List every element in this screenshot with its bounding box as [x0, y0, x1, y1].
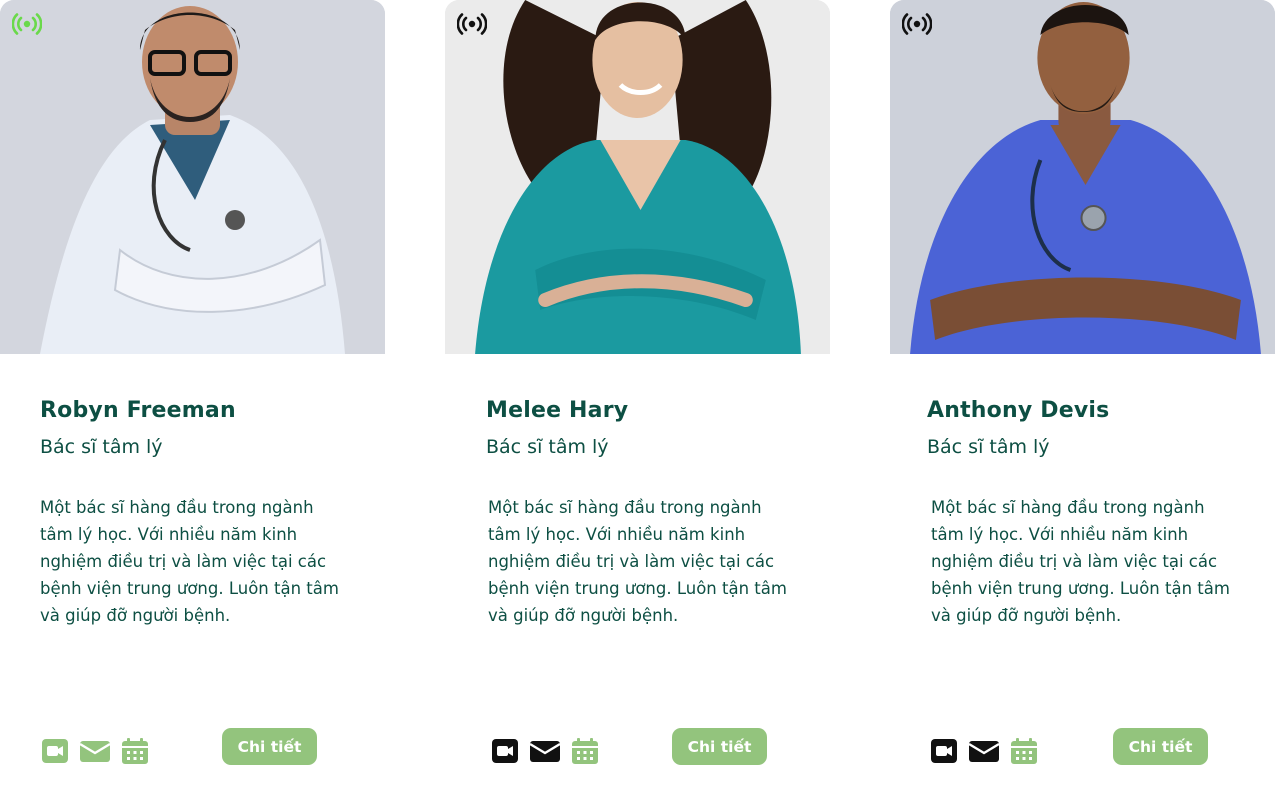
doctor-role: Bác sĩ tâm lý	[40, 436, 163, 458]
broadcast-icon[interactable]	[12, 10, 42, 38]
doctor-photo	[445, 0, 830, 354]
doctor-description: Một bác sĩ hàng đầu trong ngành tâm lý h…	[488, 498, 787, 625]
video-camera-icon[interactable]	[490, 737, 520, 765]
doctor-photo	[0, 0, 385, 354]
contact-actions	[40, 736, 150, 766]
doctor-description: Một bác sĩ hàng đầu trong ngành tâm lý h…	[931, 498, 1230, 625]
broadcast-icon[interactable]	[902, 10, 932, 38]
calendar-icon[interactable]	[1009, 737, 1039, 765]
doctor-description: Một bác sĩ hàng đầu trong ngành tâm lý h…	[40, 498, 339, 625]
doctor-card: Melee Hary Bác sĩ tâm lý Một bác sĩ hàng…	[445, 0, 830, 786]
doctor-photo	[890, 0, 1275, 354]
detail-button[interactable]: Chi tiết	[1113, 728, 1208, 765]
video-camera-icon[interactable]	[40, 737, 70, 765]
doctor-name: Robyn Freeman	[40, 398, 236, 423]
mail-icon[interactable]	[80, 737, 110, 765]
doctor-role: Bác sĩ tâm lý	[486, 436, 609, 458]
contact-actions	[490, 736, 600, 766]
broadcast-icon[interactable]	[457, 10, 487, 38]
doctor-name: Melee Hary	[486, 398, 629, 423]
doctor-role: Bác sĩ tâm lý	[927, 436, 1050, 458]
contact-actions	[929, 736, 1039, 766]
calendar-icon[interactable]	[120, 737, 150, 765]
detail-button[interactable]: Chi tiết	[672, 728, 767, 765]
detail-button[interactable]: Chi tiết	[222, 728, 317, 765]
doctor-card: Robyn Freeman Bác sĩ tâm lý Một bác sĩ h…	[0, 0, 385, 786]
doctor-list: Robyn Freeman Bác sĩ tâm lý Một bác sĩ h…	[0, 0, 1275, 786]
mail-icon[interactable]	[969, 737, 999, 765]
doctor-card: Anthony Devis Bác sĩ tâm lý Một bác sĩ h…	[890, 0, 1275, 786]
doctor-name: Anthony Devis	[927, 398, 1110, 423]
video-camera-icon[interactable]	[929, 737, 959, 765]
calendar-icon[interactable]	[570, 737, 600, 765]
mail-icon[interactable]	[530, 737, 560, 765]
